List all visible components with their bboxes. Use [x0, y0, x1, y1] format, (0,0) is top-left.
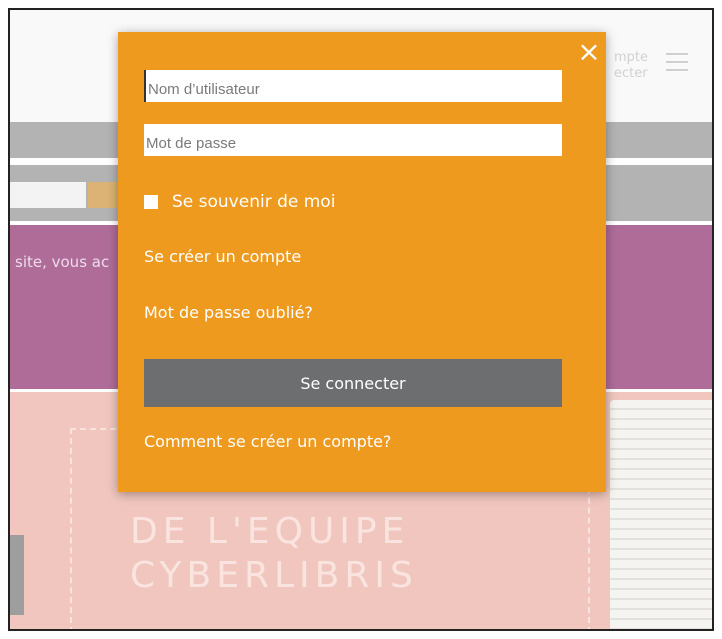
how-to-create-account-link[interactable]: Comment se créer un compte?	[144, 432, 391, 451]
password-input[interactable]	[144, 124, 562, 156]
page-frame: mpte ecter site, vous ac DE L'EQUIPE CYB…	[8, 8, 714, 631]
remember-me[interactable]: Se souvenir de moi	[144, 192, 335, 212]
remember-me-label[interactable]: Se souvenir de moi	[172, 192, 335, 212]
forgot-password-link[interactable]: Mot de passe oublié?	[144, 303, 313, 322]
login-popup: × Se souvenir de moi Se créer un compte …	[118, 32, 606, 492]
login-button[interactable]: Se connecter	[144, 359, 562, 407]
remember-me-checkbox[interactable]	[144, 195, 158, 209]
username-input[interactable]	[144, 70, 562, 102]
create-account-link[interactable]: Se créer un compte	[144, 247, 301, 266]
close-icon[interactable]: ×	[576, 38, 602, 66]
